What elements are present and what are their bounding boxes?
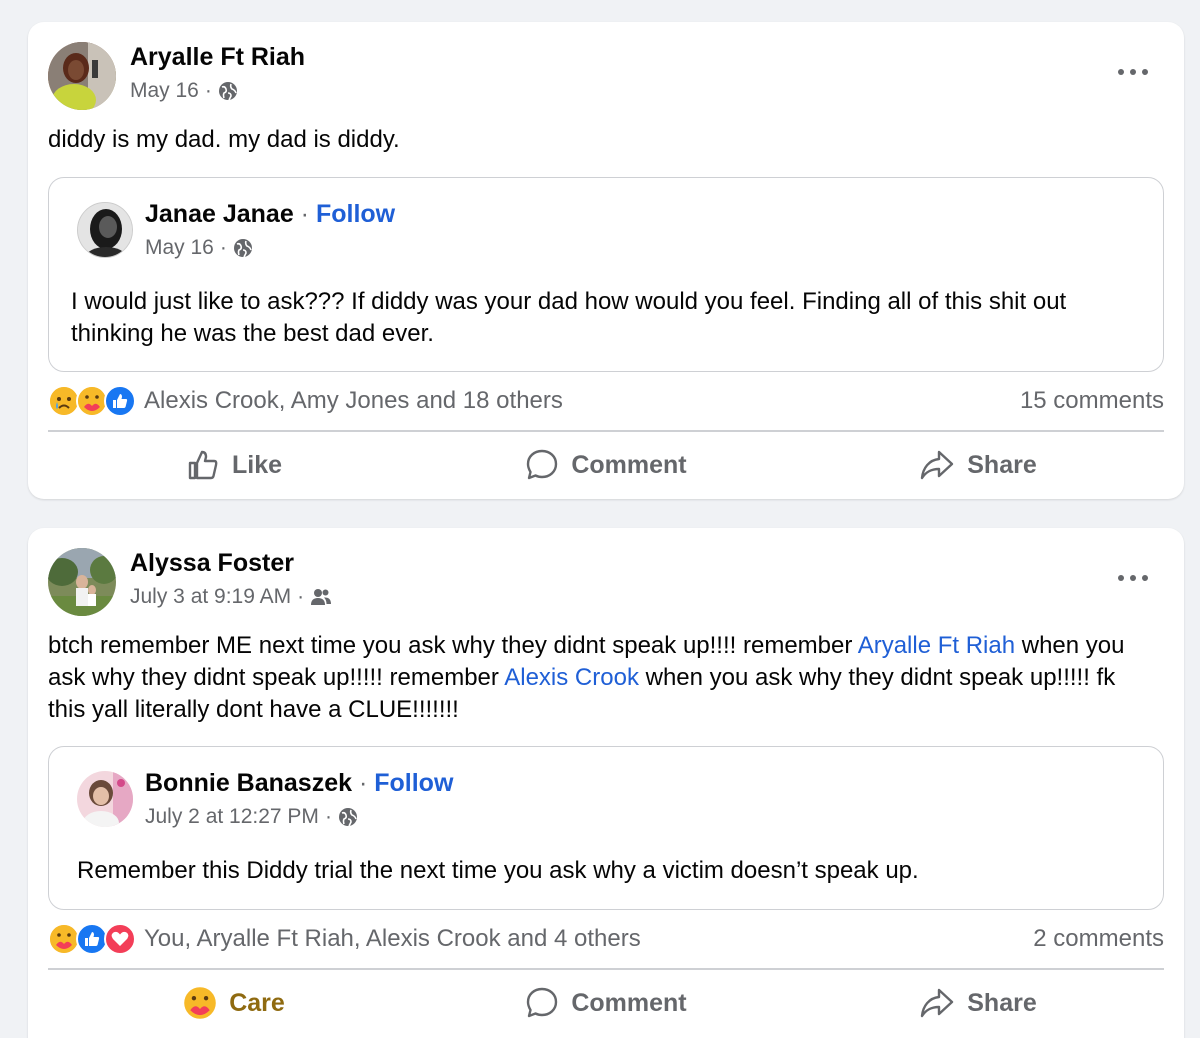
post-meta: May 16 · [130, 79, 238, 103]
avatar[interactable] [77, 202, 133, 258]
shared-author[interactable]: Bonnie Banaszek [145, 769, 352, 797]
share-label: Share [967, 988, 1037, 1017]
meta-separator: · [297, 585, 305, 608]
follow-button[interactable]: Follow [316, 200, 395, 228]
shared-date[interactable]: July 2 at 12:27 PM [145, 805, 319, 829]
post-card: Alyssa Foster July 3 at 9:19 AM · btch r… [28, 528, 1184, 1038]
more-options-button[interactable] [1118, 62, 1148, 82]
shared-author[interactable]: Janae Janae [145, 200, 294, 228]
love-reaction-icon [104, 923, 136, 955]
globe-icon [233, 239, 252, 258]
post-text: diddy is my dad. my dad is diddy. [48, 126, 400, 153]
follow-separator: · [300, 200, 309, 228]
reaction-icons [48, 385, 136, 417]
meta-separator: · [324, 805, 332, 828]
comment-button[interactable]: Comment [420, 437, 792, 493]
avatar[interactable] [77, 771, 133, 827]
shared-text: Remember this Diddy trial the next time … [77, 857, 919, 884]
more-dot [1130, 575, 1136, 581]
meta-separator: · [204, 79, 212, 102]
action-bar: Care Comment Share [48, 975, 1164, 1031]
comment-label: Comment [571, 988, 687, 1017]
share-label: Share [967, 450, 1037, 479]
post-author[interactable]: Alyssa Foster [130, 549, 294, 578]
share-icon [921, 988, 954, 1018]
shared-post[interactable]: Janae Janae · Follow May 16 · I would ju… [48, 177, 1164, 372]
globe-icon [218, 82, 237, 101]
share-button[interactable]: Share [792, 975, 1164, 1031]
share-button[interactable]: Share [792, 437, 1164, 493]
share-icon [921, 450, 954, 480]
more-dot [1118, 69, 1124, 75]
shared-author-line: Bonnie Banaszek · Follow [145, 769, 453, 798]
shared-author-line: Janae Janae · Follow [145, 200, 395, 229]
shared-text: I would just like to ask??? If diddy was… [71, 288, 1067, 347]
friends-icon [311, 589, 332, 605]
comment-button[interactable]: Comment [420, 975, 792, 1031]
comment-count[interactable]: 2 comments [1033, 925, 1164, 953]
reaction-icons [48, 923, 136, 955]
comment-label: Comment [571, 450, 687, 479]
post-text: btch remember ME next time you ask why t… [48, 630, 1144, 726]
more-dot [1142, 69, 1148, 75]
more-dot [1118, 575, 1124, 581]
like-reaction-icon [104, 385, 136, 417]
reactions-bar[interactable]: You, Aryalle Ft Riah, Alexis Crook and 4… [48, 922, 1164, 956]
post-author[interactable]: Aryalle Ft Riah [130, 43, 305, 72]
post-date[interactable]: May 16 [130, 79, 199, 103]
more-dot [1130, 69, 1136, 75]
divider [48, 968, 1164, 970]
globe-icon [338, 808, 357, 827]
shared-date[interactable]: May 16 [145, 236, 214, 260]
shared-meta: July 2 at 12:27 PM · [145, 805, 358, 829]
mention-link[interactable]: Aryalle Ft Riah [858, 632, 1015, 659]
action-bar: Like Comment Share [48, 437, 1164, 493]
comment-count[interactable]: 15 comments [1020, 387, 1164, 415]
avatar[interactable] [48, 548, 116, 616]
thumbs-up-icon [188, 450, 218, 480]
like-label: Like [231, 450, 283, 479]
care-label: Care [229, 988, 285, 1017]
comment-icon [527, 449, 558, 480]
avatar[interactable] [48, 42, 116, 110]
like-button[interactable]: Like [48, 437, 420, 493]
reaction-names[interactable]: Alexis Crook, Amy Jones and 18 others [144, 387, 1020, 415]
comment-icon [527, 987, 558, 1018]
post-card: Aryalle Ft Riah May 16 · diddy is my dad… [28, 22, 1184, 499]
shared-meta: May 16 · [145, 236, 253, 260]
more-dot [1142, 575, 1148, 581]
post-date[interactable]: July 3 at 9:19 AM [130, 585, 291, 609]
follow-separator: · [358, 769, 368, 797]
care-reaction-icon [184, 987, 216, 1019]
reactions-bar[interactable]: Alexis Crook, Amy Jones and 18 others 15… [48, 384, 1164, 418]
reaction-names[interactable]: You, Aryalle Ft Riah, Alexis Crook and 4… [144, 925, 1033, 953]
shared-post[interactable]: Bonnie Banaszek · Follow July 2 at 12:27… [48, 746, 1164, 910]
post-text-part: btch remember ME next time you ask why t… [48, 632, 858, 659]
care-button[interactable]: Care [48, 975, 420, 1031]
divider [48, 430, 1164, 432]
follow-button[interactable]: Follow [374, 769, 453, 797]
more-options-button[interactable] [1118, 568, 1148, 588]
meta-separator: · [219, 236, 227, 259]
mention-link[interactable]: Alexis Crook [504, 664, 639, 691]
post-meta: July 3 at 9:19 AM · [130, 585, 332, 609]
